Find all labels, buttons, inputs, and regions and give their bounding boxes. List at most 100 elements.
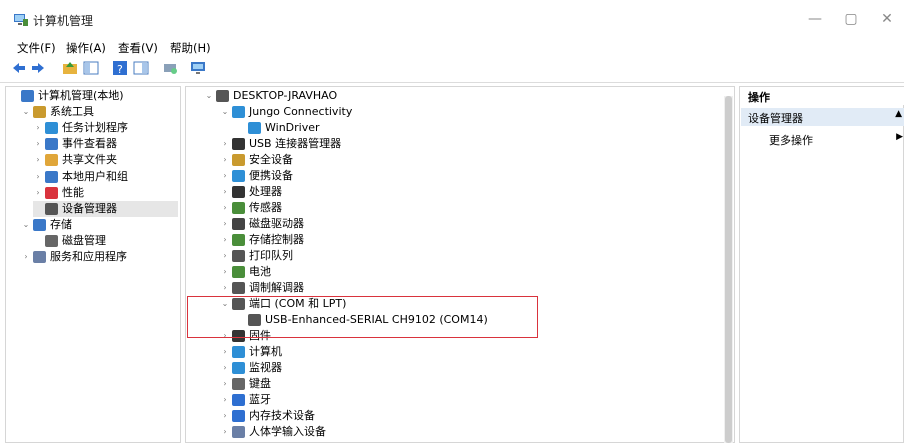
maximize-button[interactable]: ▢ [836,8,866,30]
actions-section-device-manager[interactable]: 设备管理器 ▲ [741,108,904,126]
collapse-chevron-icon[interactable]: › [33,136,43,152]
collapse-chevron-icon[interactable]: › [220,216,230,232]
device-tree-item[interactable]: › USB 连接器管理器 [220,136,722,152]
device-tree-pane: ⌄ DESKTOP-JRAVHAO ⌄ Jungo Connectivity WinDr… [185,86,735,443]
collapse-chevron-icon[interactable]: › [220,360,230,376]
device-tree-scrollbar[interactable] [724,96,733,443]
device-tree-item[interactable]: › 处理器 [220,184,722,200]
collapse-chevron-icon[interactable]: › [220,344,230,360]
clock-icon [45,122,58,135]
submenu-arrow-icon: ▶ [896,132,903,142]
device-tree-item[interactable]: WinDriver [236,120,722,136]
device-tree-label: DESKTOP-JRAVHAO [233,89,338,102]
collapse-chevron-icon[interactable]: › [220,200,230,216]
nav-tree-label: 磁盘管理 [62,233,106,247]
device-tree-label: 调制解调器 [249,281,304,294]
collapse-chevron-icon[interactable]: › [220,136,230,152]
up-folder-icon[interactable] [62,60,78,76]
scan-hardware-icon[interactable] [162,60,178,76]
collapse-chevron-icon[interactable]: › [220,264,230,280]
nav-tree-item[interactable]: 磁盘管理 [33,233,178,249]
nav-tree-item[interactable]: ⌄ 存储 [21,217,178,233]
device-tree-item[interactable]: › 便携设备 [220,168,722,184]
storage-controller-icon [232,234,245,246]
device-tree-item[interactable]: › 传感器 [220,200,722,216]
expand-chevron-icon[interactable]: ⌄ [220,104,230,120]
device-tree-item[interactable]: › 安全设备 [220,152,722,168]
device-tree-label: 便携设备 [249,169,293,182]
device-tree-item[interactable]: › 电池 [220,264,722,280]
storage-icon [33,218,46,231]
computer-mgmt-icon [21,90,34,102]
device-tree-item[interactable]: ⌄ Jungo Connectivity [220,104,722,120]
collapse-chevron-icon[interactable]: › [220,152,230,168]
expand-chevron-icon[interactable]: ⌄ [21,104,31,120]
collapse-chevron-icon[interactable]: › [21,249,31,265]
collapse-chevron-icon[interactable]: › [220,424,230,440]
computer-management-icon [14,14,28,26]
nav-tree-item[interactable]: ⌄ 系统工具 [21,104,178,120]
minimize-button[interactable]: — [800,8,830,30]
scrollbar-thumb[interactable] [725,96,732,443]
menu-view[interactable]: 查看(V) [118,40,158,56]
device-tree-item[interactable]: › 蓝牙 [220,392,722,408]
nav-tree-item[interactable]: › 服务和应用程序 [21,249,178,265]
event-viewer-icon [45,138,58,151]
nav-tree-item[interactable]: 设备管理器 [33,200,178,217]
device-manager-icon [45,202,58,215]
collapse-chevron-icon[interactable]: › [33,120,43,136]
nav-tree-label: 本地用户和组 [62,169,128,183]
device-tree-item[interactable]: › 键盘 [220,376,722,392]
keyboard-icon [232,378,245,390]
device-tree-item[interactable]: › 调制解调器 [220,280,722,296]
computer-node-icon [232,346,245,358]
collapse-chevron-icon[interactable]: › [33,169,43,185]
device-tree-item[interactable]: › 存储控制器 [220,232,722,248]
collapse-chevron-icon[interactable]: › [220,248,230,264]
menu-file[interactable]: 文件(F) [17,40,56,56]
collapse-chevron-icon[interactable]: › [33,185,43,201]
device-tree-item[interactable]: › 监视器 [220,360,722,376]
menu-help[interactable]: 帮助(H) [170,40,211,56]
nav-tree-item[interactable]: › 共享文件夹 [33,152,178,168]
help-icon[interactable]: ? [112,60,128,76]
close-button[interactable]: ✕ [872,8,902,30]
nav-tree-item[interactable]: 计算机管理(本地) [9,88,178,104]
navigation-pane: 计算机管理(本地) ⌄ 系统工具 › 任务计划程序 › 事件查看器 › 共享文件夹 › 本地用户和组… [5,86,181,443]
collapse-chevron-icon[interactable]: › [220,168,230,184]
device-tree-item[interactable]: ⌄ DESKTOP-JRAVHAO [204,88,722,104]
device-tree-item[interactable]: › 人体学输入设备 [220,424,722,440]
properties-pane-icon[interactable] [133,60,149,76]
device-tree-label: 蓝牙 [249,393,271,406]
device-tree-label: 处理器 [249,185,282,198]
collapse-chevron-icon[interactable]: › [220,376,230,392]
expand-chevron-icon[interactable]: ⌄ [204,88,214,104]
device-tree-item[interactable]: › 磁盘驱动器 [220,216,722,232]
forward-arrow-icon[interactable] [30,60,46,76]
nav-tree-label: 共享文件夹 [62,153,117,167]
collapse-chevron-icon[interactable]: › [220,184,230,200]
device-tree-item[interactable]: › 打印队列 [220,248,722,264]
collapse-arrow-icon[interactable]: ▲ [895,109,902,119]
menu-action[interactable]: 操作(A) [66,40,106,56]
actions-more[interactable]: 更多操作 ▶ [741,130,904,148]
collapse-chevron-icon[interactable]: › [220,280,230,296]
collapse-chevron-icon[interactable]: › [33,152,43,168]
nav-tree-item[interactable]: › 事件查看器 [33,136,178,152]
show-hide-tree-icon[interactable] [83,60,99,76]
device-tree-item[interactable]: › 计算机 [220,344,722,360]
collapse-chevron-icon[interactable]: › [220,232,230,248]
nav-tree-item[interactable]: › 任务计划程序 [33,120,178,136]
nav-tree-label: 服务和应用程序 [50,250,127,263]
nav-tree-item[interactable]: › 性能 [33,185,178,201]
device-tree-item[interactable]: › 内存技术设备 [220,408,722,424]
back-arrow-icon[interactable] [11,60,27,76]
expand-chevron-icon[interactable]: ⌄ [21,217,31,233]
nav-tree-label: 存储 [50,217,72,231]
collapse-chevron-icon[interactable]: › [220,392,230,408]
nav-tree-item[interactable]: › 本地用户和组 [33,169,178,185]
device-tree-label: 安全设备 [249,153,293,166]
collapse-chevron-icon[interactable]: › [220,408,230,424]
users-icon [45,170,58,183]
device-monitor-icon[interactable] [190,60,206,76]
